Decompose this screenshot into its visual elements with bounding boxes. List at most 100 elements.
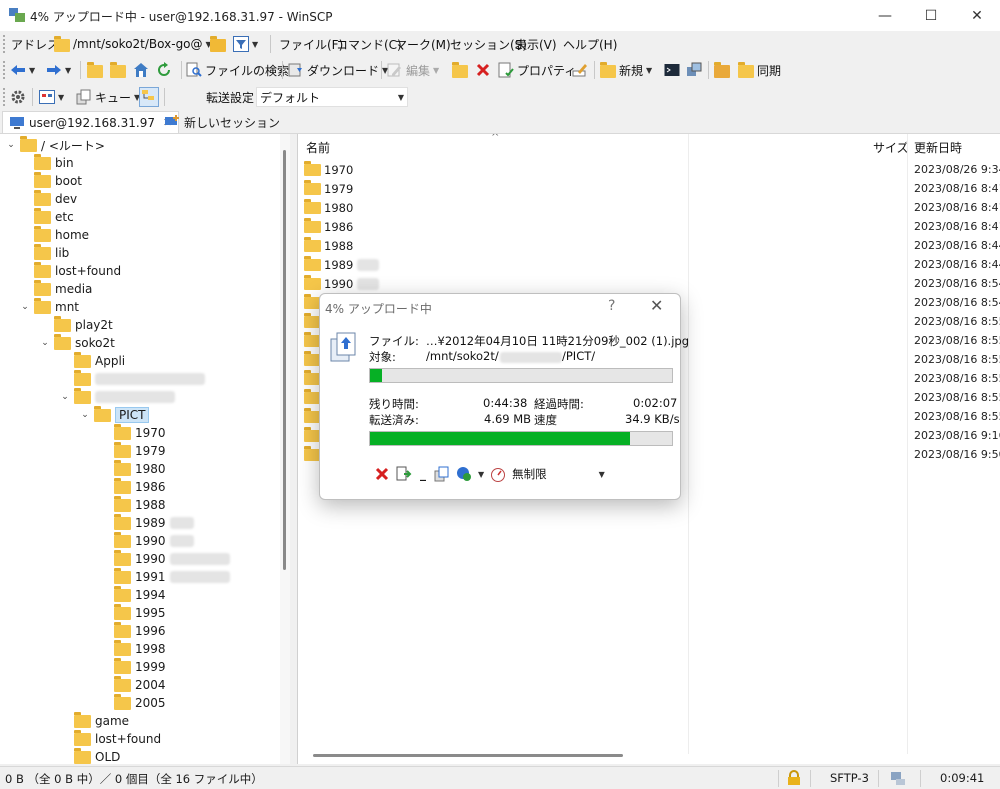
tree-node-old[interactable]: OLD [6,747,276,764]
minimize-underscore-icon[interactable]: _ [420,467,426,481]
properties-button[interactable]: プロパティ [498,60,576,80]
tree-node-home[interactable]: home [6,225,276,244]
tree-node-appli[interactable]: Appli [6,351,276,370]
tree-node-year[interactable]: 1989 [6,513,276,532]
find-files-button[interactable]: ファイルの検索 [186,60,289,80]
tree-node-pict[interactable]: ⌄ PICT [6,405,276,424]
download-button[interactable]: ダウンロード ▼ [288,60,388,80]
tree-node-year[interactable]: 1991 [6,567,276,586]
tree-node-play2t[interactable]: play2t [6,315,276,334]
compare-button[interactable] [714,60,730,80]
list-item[interactable]: 1980 2023/08/16 8:41: [298,198,1000,217]
list-item[interactable]: 1986 2023/08/16 8:41: [298,217,1000,236]
menu-command[interactable]: コマンド(C) [336,34,402,54]
edit-button[interactable]: 編集 ▼ [387,60,439,80]
chevron-down-icon[interactable]: ▼ [433,66,439,75]
filter-button[interactable]: ▼ [233,34,258,54]
tree-node-root[interactable]: ⌄ / <ルート> [6,135,276,154]
chevron-down-icon[interactable]: ⌄ [60,392,70,402]
list-item[interactable]: 1979 2023/08/16 8:41: [298,179,1000,198]
tree-node-year[interactable]: 1996 [6,621,276,640]
tree-node-etc[interactable]: etc [6,207,276,226]
chevron-down-icon[interactable]: ▼ [252,40,258,49]
menu-view[interactable]: 表示(V) [515,34,557,54]
list-item[interactable]: 1989 2023/08/16 8:44: [298,255,1000,274]
tree-node-lost-found-2[interactable]: lost+found [6,729,276,748]
queue-icon[interactable] [434,466,450,482]
directory-tree[interactable]: ⌄ / <ルート> bin boot dev etc home lib lost+… [0,134,290,764]
tab-new-session[interactable]: 新しいセッション [158,111,286,133]
queue-button[interactable]: キュー ▼ [76,87,140,107]
tree-node-game[interactable]: game [6,711,276,730]
terminal-button[interactable] [664,60,680,80]
tree-node-year[interactable]: 1994 [6,585,276,604]
rename-button[interactable] [572,60,588,80]
putty-button[interactable] [686,60,702,80]
back-button[interactable]: ▼ [10,60,35,80]
layout-button[interactable]: ▼ [39,87,64,107]
list-item[interactable]: 1990 2023/08/16 8:54: [298,274,1000,293]
chevron-down-icon[interactable]: ▼ [398,93,404,102]
chevron-down-icon[interactable]: ▼ [646,66,652,75]
cancel-x-icon[interactable] [374,466,390,482]
list-item[interactable]: 1988 2023/08/16 8:44: [298,236,1000,255]
menu-mark[interactable]: マーク(M) [395,34,451,54]
menu-help[interactable]: ヘルプ(H) [563,34,617,54]
tree-node-year[interactable]: 2005 [6,693,276,712]
chevron-down-icon[interactable]: ⌄ [80,410,90,420]
tree-node-year[interactable]: 1999 [6,657,276,676]
tree-node-year[interactable]: 1995 [6,603,276,622]
tree-node-soko2t[interactable]: ⌄ soko2t [6,333,276,352]
tree-node-redacted-expanded[interactable]: ⌄ [6,387,276,406]
column-header-modified[interactable]: 更新日時 [914,134,962,160]
sync-button[interactable]: 同期 [738,60,781,80]
chevron-down-icon[interactable]: ▼ [65,66,71,75]
toolbar-grip[interactable] [3,88,6,106]
tree-node-mnt[interactable]: ⌄ mnt [6,297,276,316]
file-list-hscrollbar-thumb[interactable] [313,754,623,757]
move-to-background-icon[interactable] [396,466,412,482]
chevron-down-icon[interactable]: ▼ [58,93,64,102]
column-header-size[interactable]: サイズ [873,134,909,160]
home-button[interactable] [133,60,149,80]
tree-node-year[interactable]: 1980 [6,459,276,478]
tree-node-dev[interactable]: dev [6,189,276,208]
maximize-button[interactable]: ☐ [908,0,954,31]
forward-button[interactable]: ▼ [46,60,71,80]
toolbar-grip[interactable] [3,35,6,53]
tree-toggle-button[interactable] [139,87,159,107]
chevron-down-icon[interactable]: ⌄ [6,140,16,150]
tree-node-year[interactable]: 2004 [6,675,276,694]
tree-node-year[interactable]: 1998 [6,639,276,658]
tree-node-boot[interactable]: boot [6,171,276,190]
menu-file[interactable]: ファイル(F) [279,34,343,54]
open-folder-button[interactable] [210,34,226,54]
list-item[interactable]: 1970 2023/08/26 9:34: [298,160,1000,179]
tree-node-redacted[interactable] [6,369,276,388]
chevron-down-icon[interactable]: ⌄ [40,338,50,348]
preferences-button[interactable] [10,87,26,107]
tree-node-lib[interactable]: lib [6,243,276,262]
parent-dir-button[interactable] [87,60,103,80]
tree-node-year[interactable]: 1990 [6,549,276,568]
root-dir-button[interactable] [110,60,126,80]
delete-button[interactable] [475,60,491,80]
once-done-icon[interactable] [456,466,472,482]
address-combo[interactable]: /mnt/soko2t/Box-go@ ▼ [54,34,212,54]
tree-node-year[interactable]: 1990 [6,531,276,550]
new-button[interactable]: 新規 ▼ [600,60,652,80]
chevron-down-icon[interactable]: ▼ [599,470,605,479]
tree-node-media[interactable]: media [6,279,276,298]
minimize-button[interactable]: — [862,0,908,31]
tree-node-bin[interactable]: bin [6,153,276,172]
open-button[interactable] [452,60,468,80]
tree-node-year[interactable]: 1986 [6,477,276,496]
chevron-down-icon[interactable]: ▼ [29,66,35,75]
tree-node-lost-found[interactable]: lost+found [6,261,276,280]
dialog-help-button[interactable]: ? [608,298,615,314]
close-window-button[interactable]: ✕ [954,0,1000,31]
transfer-settings-select[interactable]: デフォルト ▼ [256,87,408,107]
column-header-name[interactable]: 名前 [306,134,330,160]
tree-node-year[interactable]: 1988 [6,495,276,514]
refresh-button[interactable] [156,60,172,80]
